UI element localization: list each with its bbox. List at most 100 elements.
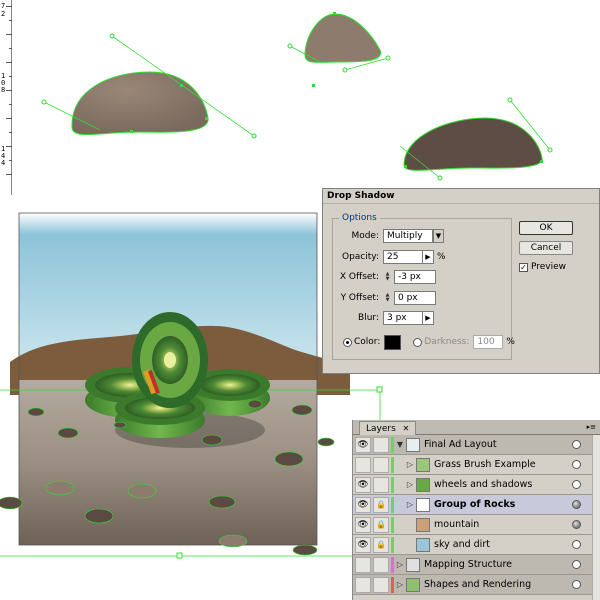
target-icon[interactable] xyxy=(572,520,581,529)
ok-button[interactable]: OK xyxy=(519,221,573,235)
cancel-button[interactable]: Cancel xyxy=(519,241,573,255)
mode-row: Mode: Multiply ▼ xyxy=(337,229,444,243)
tab-layers[interactable]: Layers ✕ xyxy=(359,421,417,435)
target-icon[interactable] xyxy=(572,580,581,589)
yoffset-label: Y Offset: xyxy=(340,293,379,303)
layer-color-bar xyxy=(391,516,394,533)
chevron-right-icon[interactable]: ▷ xyxy=(404,500,416,509)
layer-thumbnail xyxy=(406,557,420,572)
chevron-right-icon[interactable]: ▷ xyxy=(394,580,406,589)
target-icon[interactable] xyxy=(572,560,581,569)
layer-name: Mapping Structure xyxy=(424,559,512,570)
lock-icon[interactable] xyxy=(373,556,389,573)
opacity-field[interactable]: 25 xyxy=(383,250,423,264)
lock-icon[interactable] xyxy=(373,436,389,453)
spinner-icon[interactable]: ▲ ▼ xyxy=(383,291,392,305)
layer-row[interactable]: 👁 ▼ Final Ad Layout xyxy=(353,435,593,455)
color-label: Color: xyxy=(354,337,381,347)
color-radio[interactable] xyxy=(343,337,352,347)
layer-thumbnail xyxy=(406,577,420,592)
eye-icon[interactable]: 👁 xyxy=(355,496,371,513)
chevron-down-icon[interactable]: ▼ xyxy=(394,440,406,449)
darkness-label: Darkness: xyxy=(424,337,470,347)
chevron-right-icon[interactable]: ▶ xyxy=(423,311,434,325)
mode-value: Multiply xyxy=(383,229,433,243)
blur-field[interactable]: 3 px xyxy=(383,311,423,325)
preview-label: Preview xyxy=(531,262,567,272)
eye-icon[interactable]: 👁 xyxy=(355,476,371,493)
chevron-right-icon[interactable]: ▷ xyxy=(404,480,416,489)
rock-shape[interactable] xyxy=(287,12,391,87)
drop-shadow-dialog: Drop Shadow Options Mode: Multiply ▼ Opa… xyxy=(322,188,600,374)
lock-icon[interactable]: 🔒 xyxy=(373,516,389,533)
layer-row[interactable]: 👁 ▷ wheels and shadows xyxy=(353,475,593,495)
opacity-unit: % xyxy=(437,252,446,262)
layer-name: sky and dirt xyxy=(434,539,490,550)
xoffset-field[interactable]: -3 px xyxy=(394,270,436,284)
target-icon[interactable] xyxy=(572,500,581,509)
lock-icon[interactable] xyxy=(373,576,389,593)
lock-icon[interactable] xyxy=(373,476,389,493)
yoffset-field[interactable]: 0 px xyxy=(394,291,436,305)
rock-shape[interactable] xyxy=(399,97,553,181)
lock-icon[interactable]: 🔒 xyxy=(373,496,389,513)
layer-row[interactable]: ▷ Grass Brush Example xyxy=(353,455,593,475)
mode-select[interactable]: Multiply ▼ xyxy=(383,229,444,243)
layer-row[interactable]: 👁 🔒 mountain xyxy=(353,515,593,535)
layer-thumbnail xyxy=(416,477,430,492)
eye-icon[interactable]: 👁 xyxy=(355,516,371,533)
layer-color-bar xyxy=(391,476,394,493)
layer-name: Group of Rocks xyxy=(434,499,516,510)
target-icon[interactable] xyxy=(572,540,581,549)
layer-color-bar xyxy=(391,536,394,553)
layer-color-bar xyxy=(391,496,394,513)
opacity-row: Opacity: 25 ▶ % xyxy=(337,250,446,264)
chevron-right-icon[interactable]: ▶ xyxy=(423,250,434,264)
chevron-right-icon[interactable]: ▷ xyxy=(404,460,416,469)
layers-tabbar: Layers ✕ ▸≡ xyxy=(353,420,600,435)
layer-name: wheels and shadows xyxy=(434,479,533,490)
eye-icon[interactable]: 👁 xyxy=(355,536,371,553)
chevron-down-icon[interactable]: ▼ xyxy=(433,229,444,243)
shadow-color-swatch[interactable] xyxy=(384,334,402,350)
yoffset-row: Y Offset: ▲ ▼ 0 px xyxy=(337,291,436,305)
layer-name: Shapes and Rendering xyxy=(424,579,532,590)
eye-icon[interactable] xyxy=(355,456,371,473)
xoffset-row: X Offset: ▲ ▼ -3 px xyxy=(337,270,436,284)
layer-row[interactable]: 👁 🔒 ▷ Group of Rocks xyxy=(353,495,593,515)
target-icon[interactable] xyxy=(572,480,581,489)
rock-shape[interactable] xyxy=(41,33,257,139)
layer-row[interactable]: ▷ Shapes and Rendering xyxy=(353,575,593,595)
close-icon[interactable]: ✕ xyxy=(403,424,410,433)
eye-icon[interactable] xyxy=(355,556,371,573)
layer-thumbnail xyxy=(406,437,420,452)
chevron-right-icon[interactable]: ▷ xyxy=(394,560,406,569)
layer-color-bar xyxy=(391,456,394,473)
darkness-field[interactable]: 100 xyxy=(473,335,504,349)
check-icon[interactable]: ✓ xyxy=(519,262,528,272)
tab-label: Layers xyxy=(366,424,396,434)
blur-row: Blur: 3 px ▶ xyxy=(337,311,434,325)
darkness-unit: % xyxy=(506,337,515,347)
layer-row[interactable]: 👁 🔒 sky and dirt xyxy=(353,535,593,555)
lock-icon[interactable] xyxy=(373,456,389,473)
eye-icon[interactable] xyxy=(355,576,371,593)
mode-label: Mode: xyxy=(351,231,379,241)
layer-thumbnail xyxy=(416,517,430,532)
lock-icon[interactable]: 🔒 xyxy=(373,536,389,553)
darkness-radio[interactable] xyxy=(413,337,423,347)
layer-thumbnail xyxy=(416,537,430,552)
target-icon[interactable] xyxy=(572,440,581,449)
layer-thumbnail xyxy=(416,497,430,512)
layer-name: Final Ad Layout xyxy=(424,439,497,450)
blur-label: Blur: xyxy=(358,313,379,323)
preview-checkbox-row[interactable]: ✓ Preview xyxy=(519,262,566,272)
eye-icon[interactable]: 👁 xyxy=(355,436,371,453)
panel-menu-icon[interactable]: ▸≡ xyxy=(587,423,596,431)
layer-row[interactable]: ▷ Mapping Structure xyxy=(353,555,593,575)
layers-scrollbar[interactable] xyxy=(592,435,600,600)
opacity-label: Opacity: xyxy=(342,252,379,262)
xoffset-label: X Offset: xyxy=(339,272,379,282)
spinner-icon[interactable]: ▲ ▼ xyxy=(383,270,392,284)
target-icon[interactable] xyxy=(572,460,581,469)
